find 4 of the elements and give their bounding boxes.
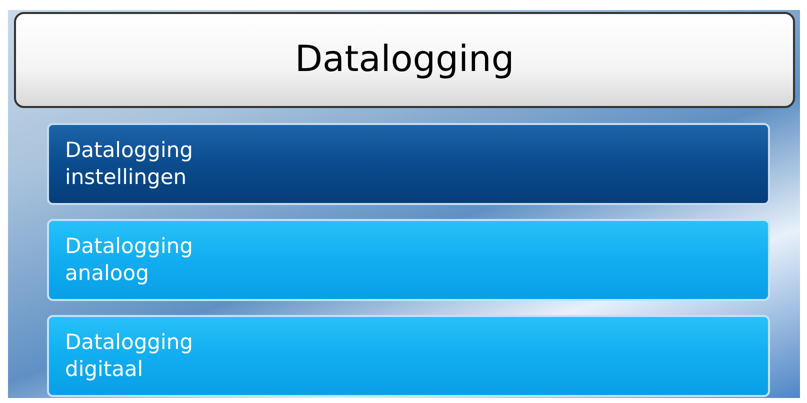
menu-button[interactable]: Datalogging analoog xyxy=(47,219,770,301)
page-title: Datalogging xyxy=(14,12,795,108)
menu-button[interactable]: Datalogging digitaal xyxy=(47,315,770,397)
menu-button[interactable]: Datalogging instellingen xyxy=(47,123,770,205)
